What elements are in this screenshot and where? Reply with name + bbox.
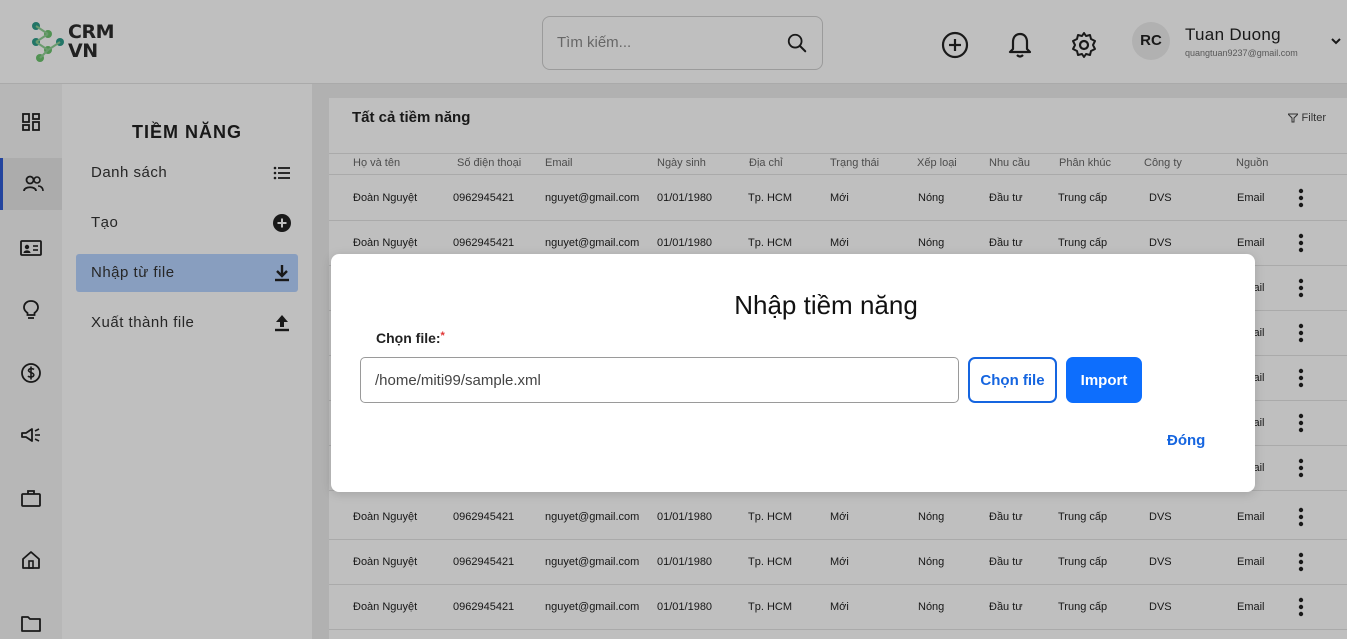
import-modal: Nhập tiềm năng Chọn file:* Chọn file Imp… [331, 254, 1255, 492]
modal-title: Nhập tiềm năng [734, 290, 918, 320]
import-button[interactable]: Import [1066, 357, 1142, 403]
choose-file-button[interactable]: Chọn file [968, 357, 1057, 403]
required-mark: * [440, 330, 445, 342]
file-label-text: Chọn file: [376, 330, 441, 346]
file-path-input[interactable] [360, 357, 959, 403]
close-button[interactable]: Đóng [1167, 432, 1205, 449]
file-field-label: Chọn file:* [376, 330, 445, 346]
